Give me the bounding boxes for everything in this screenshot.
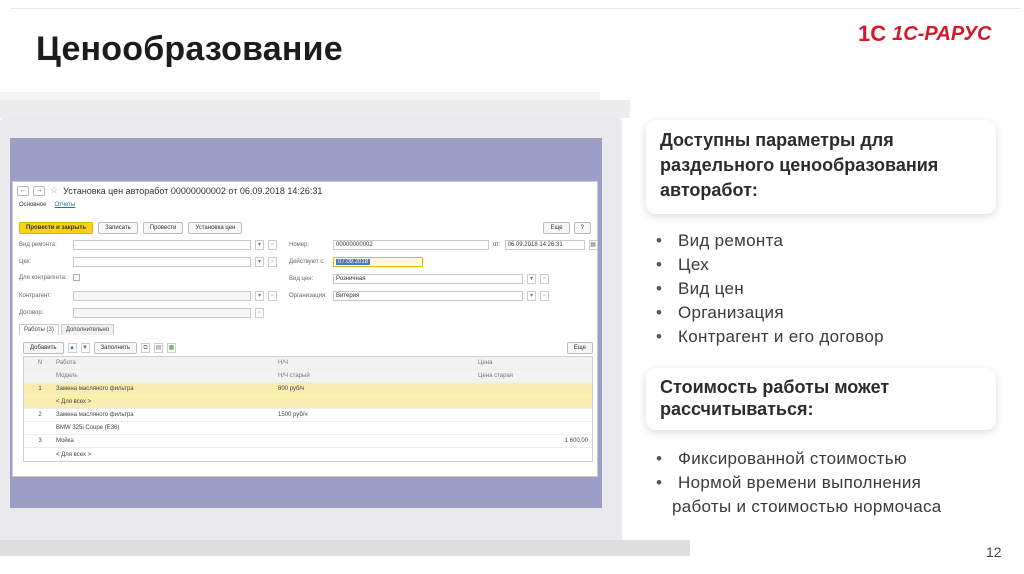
open-icon[interactable]: ▫ <box>268 291 277 301</box>
repair-type-label: Вид ремонта: <box>19 242 57 248</box>
list-item: Вид ремонта <box>650 229 884 253</box>
open-icon[interactable]: ▫ <box>268 240 277 250</box>
dropdown-icon[interactable]: ▾ <box>255 257 264 267</box>
star-icon[interactable]: ☆ <box>50 185 58 196</box>
params-list: Вид ремонта Цех Вид цен Организация Конт… <box>650 229 884 349</box>
dropdown-icon[interactable]: ▾ <box>527 291 536 301</box>
table-row[interactable]: < Для всех > <box>24 396 592 409</box>
number-label: Номер: <box>289 242 310 248</box>
tab-works[interactable]: Работы (3) <box>19 324 59 335</box>
post-button[interactable]: Провести <box>142 222 184 234</box>
copy-icon[interactable]: ⧉ <box>141 343 150 353</box>
price-type-field[interactable]: Розничная <box>333 274 523 284</box>
page-number: 12 <box>986 544 1002 560</box>
logo-1c: 1С <box>858 21 887 46</box>
table-subheader: Модель Н/Ч старый Цена старая <box>24 370 592 383</box>
write-button[interactable]: Записать <box>98 222 138 234</box>
contractor-label: Контрагент: <box>19 293 52 299</box>
move-up-icon[interactable]: ▲ <box>67 343 77 353</box>
laptop-base <box>0 540 690 556</box>
tab-reports[interactable]: Отчеты <box>55 202 76 208</box>
help-button[interactable]: ? <box>573 222 591 234</box>
shop-field[interactable] <box>73 257 251 267</box>
dropdown-icon[interactable]: ▾ <box>255 240 264 250</box>
params-card: Доступны параметры для раздельного ценоо… <box>646 120 996 214</box>
table-row[interactable]: 1 Замена масляного фильтра 800 руб/ч <box>24 383 592 396</box>
window-titlebar: ← → ☆ Установка цен авторабот 0000000000… <box>17 185 322 196</box>
logo: 1С 1С-РАРУС <box>858 20 991 48</box>
back-icon[interactable]: ← <box>17 185 29 196</box>
org-label: Организация: <box>289 293 327 299</box>
window-title: Установка цен авторабот 00000000002 от 0… <box>63 185 323 196</box>
shop-label: Цех: <box>19 259 32 265</box>
logo-rarus: 1С-РАРУС <box>892 22 992 45</box>
org-field[interactable]: Витерия <box>333 291 523 301</box>
valid-from-field[interactable]: 07.09.2018 <box>333 257 423 267</box>
app-window: ← → ☆ Установка цен авторабот 0000000000… <box>12 181 598 477</box>
open-icon[interactable]: ▫ <box>540 274 549 284</box>
tab-main[interactable]: Основное <box>19 202 47 208</box>
contract-field[interactable] <box>73 308 251 318</box>
calendar-icon[interactable]: ▦ <box>588 240 598 250</box>
paste-icon[interactable]: ▤ <box>154 343 163 353</box>
date-field[interactable]: 06.09.2018 14:26:31 <box>504 240 585 250</box>
table-more-button[interactable]: Еще <box>566 342 593 354</box>
open-icon[interactable]: ▫ <box>540 291 549 301</box>
table-row[interactable]: BMW 325i Coupe (E36) <box>24 422 592 435</box>
from-label: от: <box>493 242 501 248</box>
list-item: Вид цен <box>650 277 884 301</box>
fill-button[interactable]: Заполнить <box>93 342 137 354</box>
repair-type-field[interactable] <box>73 240 251 250</box>
move-down-icon[interactable]: ▼ <box>80 343 90 353</box>
list-item: Фиксированной стоимостью <box>650 447 942 471</box>
list-item: Нормой времени выполнения <box>650 471 942 495</box>
for-contractor-label: Для контрагента: <box>19 274 67 281</box>
cost-list: Фиксированной стоимостью Нормой времени … <box>650 447 942 519</box>
table-row[interactable]: 2 Замена масляного фильтра 1500 руб/ч <box>24 409 592 422</box>
contract-label: Договор: <box>19 310 44 316</box>
set-prices-button[interactable]: Установка цен <box>188 222 243 234</box>
contractor-field[interactable] <box>73 291 251 301</box>
works-table: N Работа Н/Ч Цена Модель Н/Ч старый Цена… <box>23 356 593 462</box>
add-button[interactable]: Добавить <box>23 342 64 354</box>
list-item: работы и стоимостью нормочаса <box>672 497 942 516</box>
valid-from-label: Действуют с: <box>289 259 326 265</box>
number-field[interactable]: 00000000002 <box>333 240 489 250</box>
table-row[interactable]: 3 Мойка 1 600,00 <box>24 435 592 448</box>
slide-title: Ценообразование <box>36 30 343 68</box>
cost-card: Стоимость работы может рассчитываться: <box>646 368 996 430</box>
list-item: Контрагент и его договор <box>650 325 884 349</box>
open-icon[interactable]: ▫ <box>255 308 264 318</box>
list-item: Цех <box>650 253 884 277</box>
list-item: Организация <box>650 301 884 325</box>
open-icon[interactable]: ▫ <box>268 257 277 267</box>
for-contractor-checkbox[interactable] <box>73 274 80 281</box>
forward-icon[interactable]: → <box>33 185 45 196</box>
more-button[interactable]: Еще <box>543 222 570 234</box>
decor-band <box>0 100 630 118</box>
price-type-label: Вид цен: <box>289 276 314 282</box>
slide: Ценообразование 1С 1С-РАРУС ← → ☆ Устано… <box>0 0 1024 574</box>
table-row[interactable]: < Для всех > <box>24 448 592 461</box>
table-header: N Работа Н/Ч Цена <box>24 357 592 370</box>
table-icon[interactable]: ▦ <box>167 343 176 353</box>
tab-additional[interactable]: Дополнительно <box>60 324 115 335</box>
post-close-button[interactable]: Провести и закрыть <box>19 222 94 234</box>
dropdown-icon[interactable]: ▾ <box>255 291 264 301</box>
dropdown-icon[interactable]: ▾ <box>527 274 536 284</box>
